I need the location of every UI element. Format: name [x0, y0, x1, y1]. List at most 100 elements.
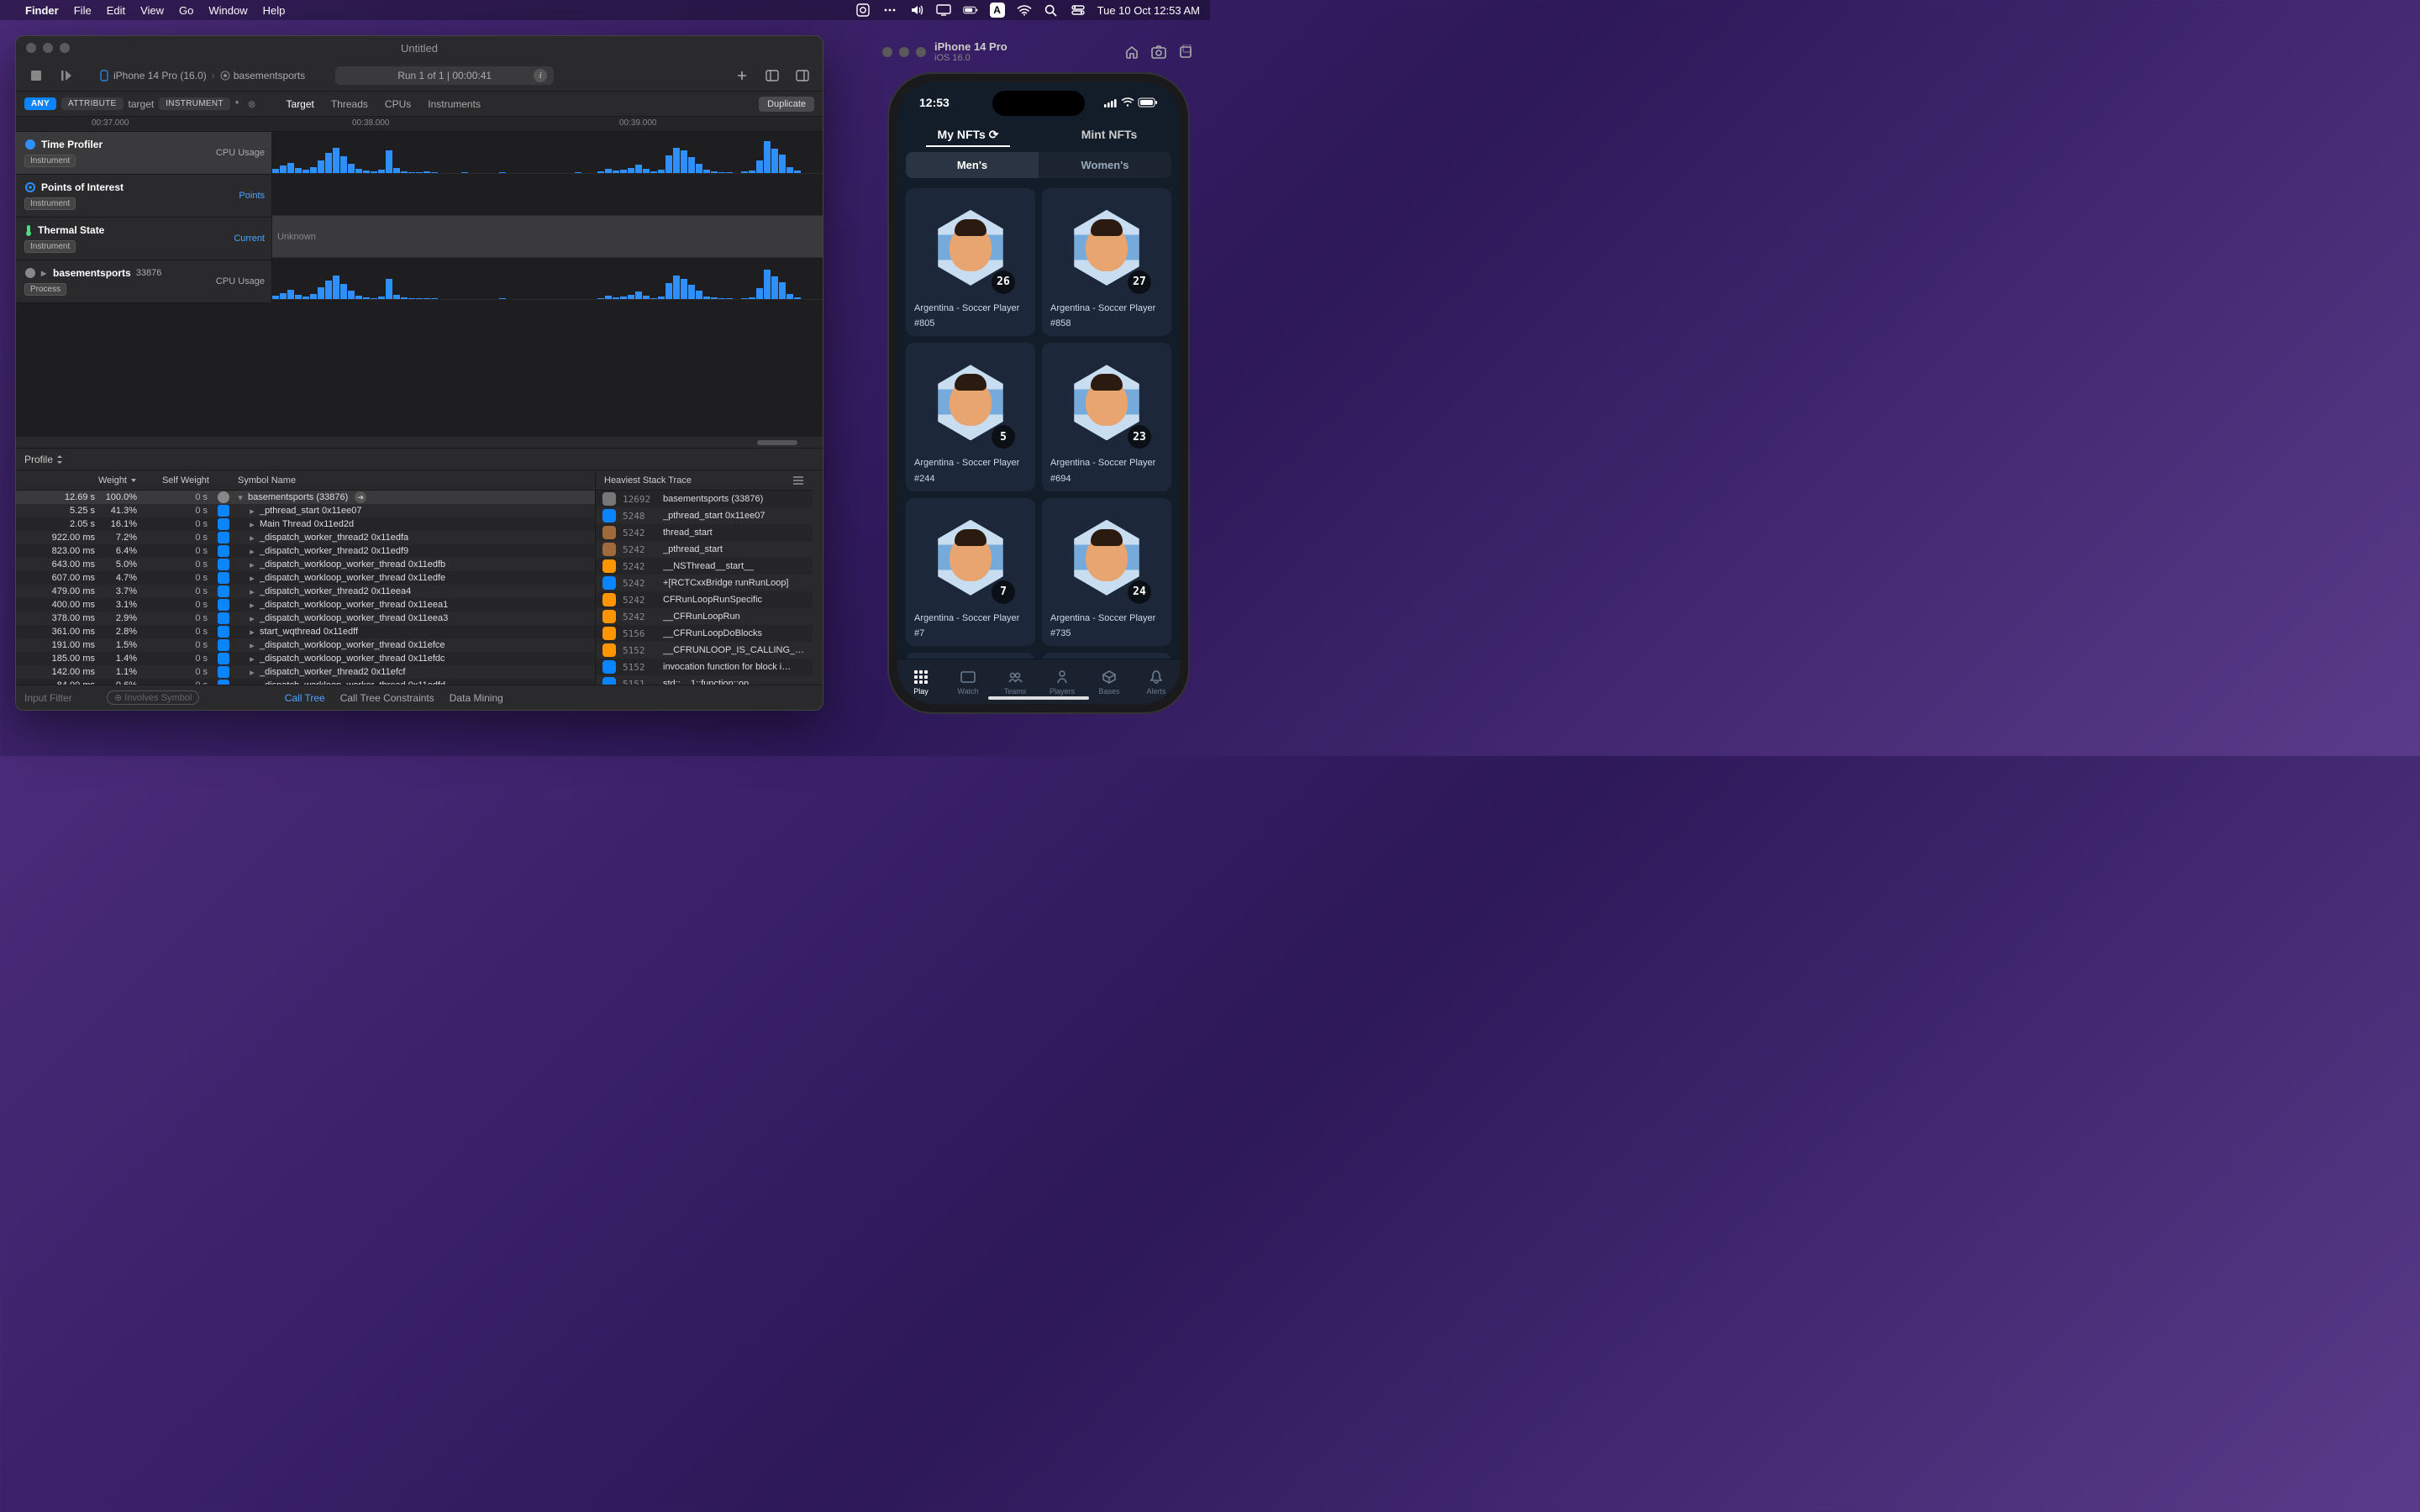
time-ruler[interactable]: 00:37.000 00:38.000 00:39.000 — [16, 117, 823, 132]
sim-rotate-icon[interactable] — [1176, 43, 1195, 61]
status-input-source-icon[interactable]: A — [990, 3, 1005, 18]
info-icon[interactable]: i — [534, 69, 547, 82]
sim-screenshot-icon[interactable] — [1150, 43, 1168, 61]
vertical-scrollbar[interactable] — [813, 470, 823, 685]
disclosure-arrow-icon[interactable]: ▸ — [248, 573, 256, 584]
disclosure-arrow-icon[interactable]: ▸ — [248, 546, 256, 557]
window-titlebar[interactable]: Untitled — [16, 36, 823, 60]
disclosure-arrow-icon[interactable]: ▾ — [236, 492, 245, 503]
nft-card[interactable]: 27Argentina - Soccer Player#858 — [1042, 188, 1171, 336]
filter-instrument-pill[interactable]: INSTRUMENT — [159, 97, 230, 110]
stacktrace-row[interactable]: 5242__NSThread__start__ — [596, 558, 813, 575]
stacktrace-row[interactable]: 5242+[RCTCxxBridge runRunLoop] — [596, 575, 813, 591]
record-play-button[interactable] — [55, 66, 78, 86]
stacktrace-row[interactable]: 5242thread_start — [596, 524, 813, 541]
tab-womens[interactable]: Women's — [1039, 152, 1171, 178]
calltree-row[interactable]: 142.00 ms1.1%0 s▸_dispatch_worker_thread… — [16, 665, 595, 679]
sim-fullscreen-button[interactable] — [916, 47, 926, 57]
nav-watch[interactable]: Watch — [944, 659, 992, 704]
calltree-row[interactable]: 12.69 s100.0%0 s▾basementsports (33876) … — [16, 491, 595, 504]
track-graph[interactable] — [272, 258, 823, 300]
add-instrument-button[interactable] — [730, 66, 754, 86]
disclosure-arrow-icon[interactable]: ▸ — [248, 667, 256, 678]
col-weight[interactable]: Weight — [16, 475, 142, 486]
calltree-row[interactable]: 185.00 ms1.4%0 s▸_dispatch_workloop_work… — [16, 652, 595, 665]
stacktrace-rows[interactable]: 12692basementsports (33876)5248_pthread_… — [596, 491, 813, 685]
nav-play[interactable]: Play — [897, 659, 944, 704]
nav-alerts[interactable]: Alerts — [1133, 659, 1180, 704]
run-status-pill[interactable]: Run 1 of 1 | 00:00:41 i — [335, 66, 554, 85]
footer-data-mining[interactable]: Data Mining — [450, 692, 503, 704]
nft-card[interactable]: 24Argentina - Soccer Player#735 — [1042, 498, 1171, 646]
status-control-center-icon[interactable] — [1071, 3, 1086, 18]
col-self-weight[interactable]: Self Weight — [142, 475, 214, 486]
home-indicator[interactable] — [988, 696, 1089, 700]
calltree-row[interactable]: 84.00 ms0.6%0 s▸_dispatch_workloop_worke… — [16, 679, 595, 685]
menu-help[interactable]: Help — [263, 4, 286, 17]
stacktrace-row[interactable]: 5242_pthread_start — [596, 541, 813, 558]
disclosure-arrow-icon[interactable]: ▸ — [248, 586, 256, 597]
calltree-row[interactable]: 607.00 ms4.7%0 s▸_dispatch_workloop_work… — [16, 571, 595, 585]
menu-file[interactable]: File — [74, 4, 92, 17]
tab-my-nfts[interactable]: My NFTs ⟳ — [897, 123, 1039, 147]
track-label[interactable]: Time ProfilerInstrumentCPU Usage — [16, 132, 271, 175]
status-cleanmymac-icon[interactable] — [855, 3, 871, 18]
track-label[interactable]: ▸basementsports 33876ProcessCPU Usage — [16, 260, 271, 303]
sim-minimize-button[interactable] — [899, 47, 909, 57]
status-volume-icon[interactable] — [909, 3, 924, 18]
menu-view[interactable]: View — [140, 4, 164, 17]
close-button[interactable] — [26, 43, 36, 53]
nft-grid[interactable]: 26Argentina - Soccer Player#80527Argenti… — [897, 183, 1180, 659]
disclosure-arrow-icon[interactable]: ▸ — [248, 627, 256, 638]
track-label[interactable]: Thermal StateInstrumentCurrent — [16, 218, 271, 260]
stacktrace-row[interactable]: 5151std::__1::function::op… — [596, 675, 813, 685]
disclosure-arrow-icon[interactable]: ▸ — [248, 640, 256, 651]
status-wifi-icon[interactable] — [1017, 3, 1032, 18]
col-symbol-name[interactable]: Symbol Name — [214, 475, 595, 486]
track-graph[interactable] — [272, 174, 823, 216]
stacktrace-row[interactable]: 5152__CFRUNLOOP_IS_CALLING_… — [596, 642, 813, 659]
tab-instruments[interactable]: Instruments — [428, 98, 481, 110]
calltree-row[interactable]: 2.05 s16.1%0 s▸Main Thread 0x11ed2d — [16, 517, 595, 531]
nft-card[interactable]: 7Argentina - Soccer Player#7 — [906, 498, 1035, 646]
nav-bases[interactable]: Bases — [1086, 659, 1133, 704]
calltree-row[interactable]: 922.00 ms7.2%0 s▸_dispatch_worker_thread… — [16, 531, 595, 544]
calltree-rows[interactable]: 12.69 s100.0%0 s▾basementsports (33876) … — [16, 491, 595, 685]
stacktrace-row[interactable]: 5242CFRunLoopRunSpecific — [596, 591, 813, 608]
status-display-icon[interactable] — [936, 3, 951, 18]
disclosure-arrow-icon[interactable]: ▸ — [248, 559, 256, 570]
stacktrace-row[interactable]: 5248_pthread_start 0x11ee07 — [596, 507, 813, 524]
footer-constraints[interactable]: Call Tree Constraints — [340, 692, 434, 704]
calltree-row[interactable]: 643.00 ms5.0%0 s▸_dispatch_workloop_work… — [16, 558, 595, 571]
focus-icon[interactable]: ➜ — [355, 491, 366, 503]
sim-close-button[interactable] — [882, 47, 892, 57]
calltree-row[interactable]: 823.00 ms6.4%0 s▸_dispatch_worker_thread… — [16, 544, 595, 558]
inspector-button[interactable] — [791, 66, 814, 86]
nft-card[interactable]: 26Argentina - Soccer Player#805 — [906, 188, 1035, 336]
involves-symbol-pill[interactable]: ⊕ Involves Symbol — [107, 690, 199, 705]
tab-threads[interactable]: Threads — [331, 98, 368, 110]
filter-attribute-pill[interactable]: ATTRIBUTE — [61, 97, 124, 110]
stacktrace-row[interactable]: 5242__CFRunLoopRun — [596, 608, 813, 625]
disclosure-arrow-icon[interactable]: ▸ — [248, 506, 256, 517]
minimize-button[interactable] — [43, 43, 53, 53]
stacktrace-settings-icon[interactable] — [792, 475, 804, 486]
sim-home-icon[interactable] — [1123, 43, 1141, 61]
tab-mint-nfts[interactable]: Mint NFTs — [1039, 123, 1180, 147]
stacktrace-row[interactable]: 5156__CFRunLoopDoBlocks — [596, 625, 813, 642]
nft-card[interactable] — [906, 653, 1035, 659]
nft-card[interactable]: 23Argentina - Soccer Player#694 — [1042, 343, 1171, 491]
calltree-row[interactable]: 5.25 s41.3%0 s▸_pthread_start 0x11ee07 — [16, 504, 595, 517]
device-screen[interactable]: 12:53 My NFTs ⟳ Mint NFTs Men's Women's … — [897, 82, 1180, 704]
menu-window[interactable]: Window — [208, 4, 247, 17]
calltree-row[interactable]: 378.00 ms2.9%0 s▸_dispatch_workloop_work… — [16, 612, 595, 625]
menubar-clock[interactable]: Tue 10 Oct 12:53 AM — [1097, 4, 1200, 17]
track-label[interactable]: Points of InterestInstrumentPoints — [16, 175, 271, 218]
track-graph[interactable]: Unknown — [272, 216, 823, 258]
library-button[interactable] — [760, 66, 784, 86]
status-dots-icon[interactable] — [882, 3, 897, 18]
nft-card[interactable]: 5Argentina - Soccer Player#244 — [906, 343, 1035, 491]
disclosure-arrow-icon[interactable]: ▸ — [248, 654, 256, 664]
stacktrace-row[interactable]: 5152invocation function for block i… — [596, 659, 813, 675]
tab-mens[interactable]: Men's — [906, 152, 1039, 178]
